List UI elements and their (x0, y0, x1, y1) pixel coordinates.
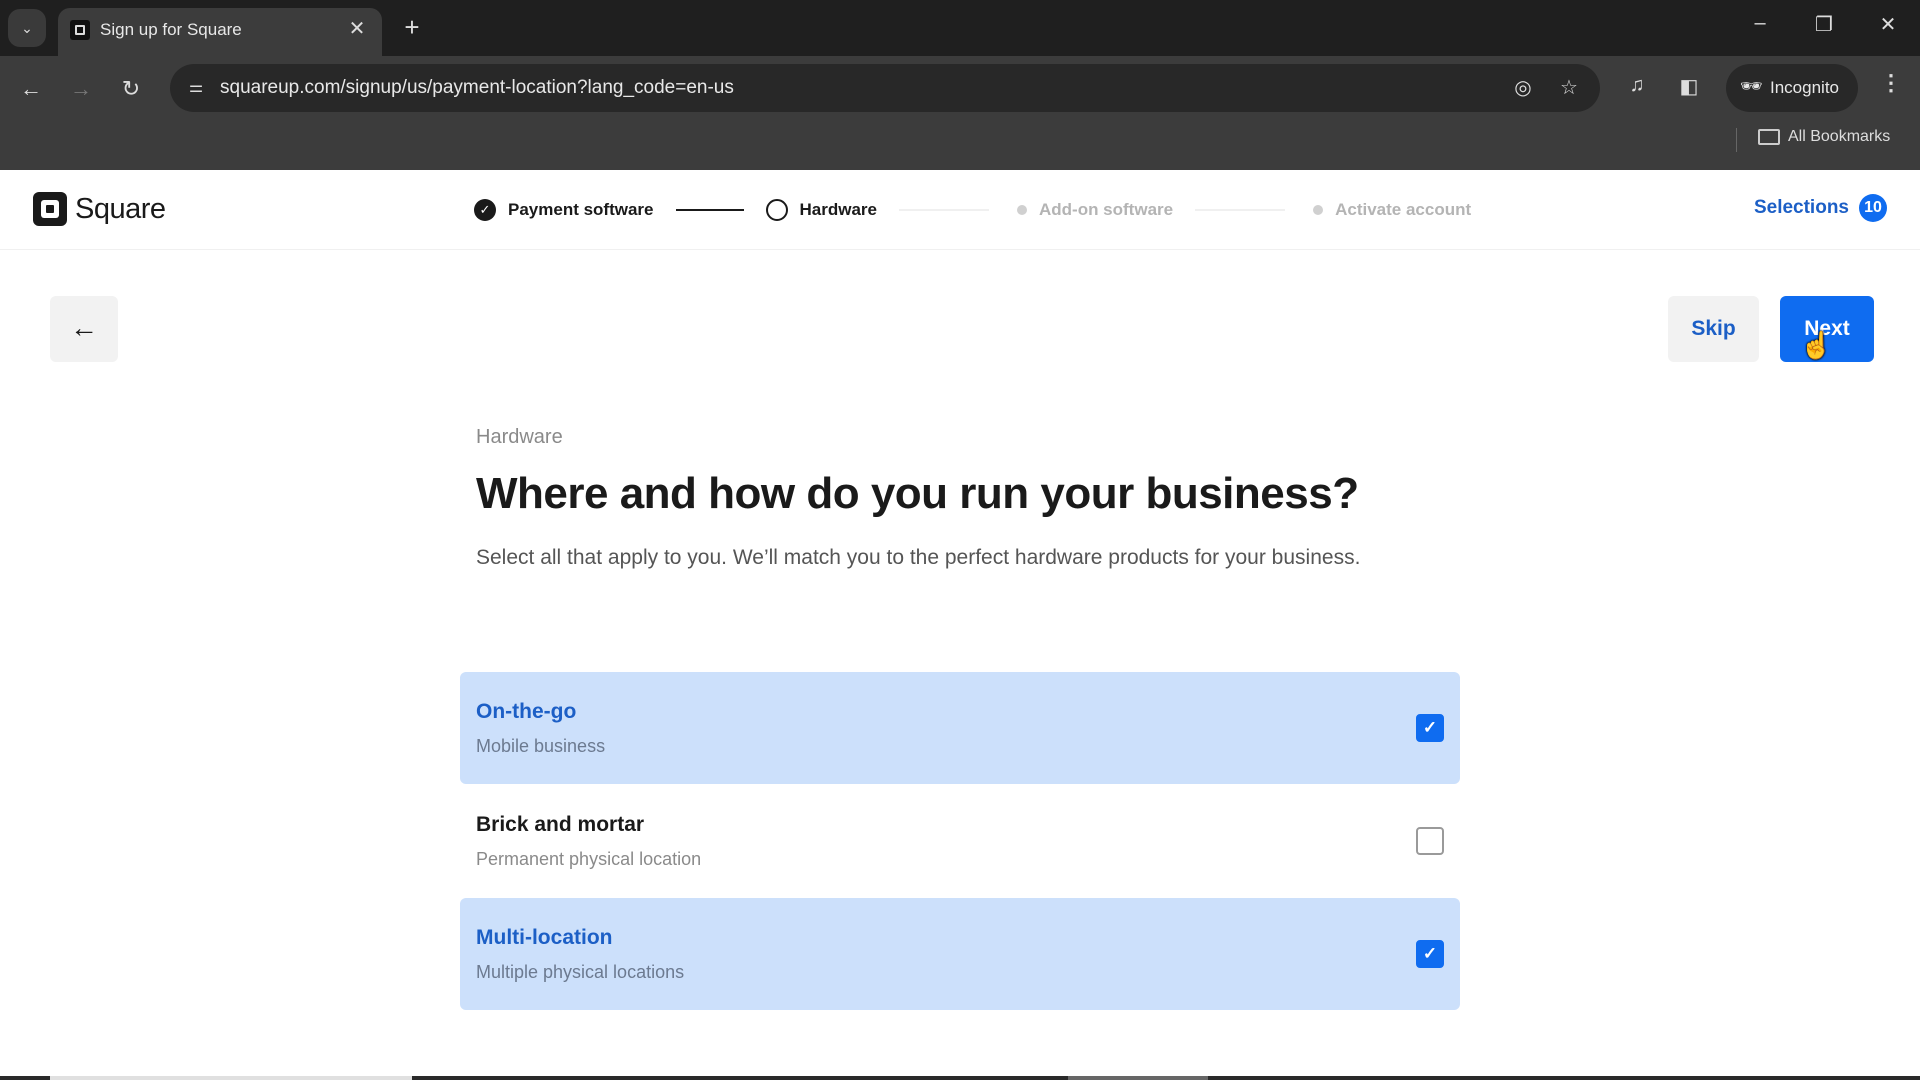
option-checkbox[interactable]: ✓ (1416, 940, 1444, 968)
side-panel-button[interactable]: ◧ (1674, 74, 1704, 99)
step-connector (1195, 209, 1286, 211)
kebab-menu-icon: ⋮ (1880, 70, 1902, 95)
arrow-left-icon: ← (20, 76, 42, 101)
incognito-indicator[interactable]: 🕶 Incognito (1726, 64, 1858, 112)
check-circle-icon: ✓ (474, 199, 496, 221)
section-eyebrow: Hardware (476, 426, 563, 448)
signup-page: Square ✓ Payment software Hardware Add-o… (0, 170, 1920, 1080)
selections-label: Selections (1753, 197, 1849, 218)
step-label: Payment software (508, 200, 654, 219)
step-payment-software: ✓ Payment software (474, 199, 654, 221)
square-logo[interactable]: Square (33, 192, 166, 226)
question-section: Hardware Where and how do you run your b… (476, 426, 1476, 575)
option-subtitle: Mobile business (476, 736, 606, 756)
option-title: Multi-location (476, 926, 613, 949)
restore-button[interactable]: ❐ (1804, 12, 1844, 37)
option-subtitle: Multiple physical locations (476, 962, 685, 982)
step-connector (675, 209, 744, 211)
incognito-label: Incognito (1770, 78, 1839, 97)
browser-menu-button[interactable]: ⋮ (1876, 70, 1906, 96)
incognito-icon: 🕶 (1740, 76, 1763, 96)
back-nav-button[interactable]: ← (14, 72, 48, 106)
plus-icon: + (404, 12, 420, 42)
dot-icon (1016, 205, 1027, 215)
close-icon: ✕ (348, 18, 366, 40)
all-bookmarks-button[interactable]: All Bookmarks (1758, 128, 1890, 146)
minimize-icon: – (1754, 12, 1766, 34)
page-title: Where and how do you run your business? (476, 469, 1359, 518)
option-title: Brick and mortar (476, 813, 645, 836)
window-close-button[interactable]: ✕ (1868, 12, 1908, 37)
tab-close-button[interactable]: ✕ (344, 16, 370, 42)
url-text[interactable]: squareup.com/signup/us/payment-location?… (220, 77, 734, 99)
option-on-the-go[interactable]: On-the-go Mobile business ✓ (460, 672, 1460, 784)
page-header: Square ✓ Payment software Hardware Add-o… (0, 170, 1920, 250)
horizontal-scrollbar[interactable] (0, 1076, 1920, 1080)
step-label: Add-on software (1038, 200, 1174, 219)
tab-bar: ⌄ Sign up for Square ✕ + – ❐ ✕ (0, 0, 1920, 56)
scrollbar-track-segment (50, 1076, 412, 1080)
circle-outline-icon (765, 199, 788, 221)
restore-icon: ❐ (1815, 14, 1833, 36)
selections-button[interactable]: Selections 10 (1754, 194, 1887, 222)
brand-name: Square (75, 192, 166, 225)
selections-count-badge: 10 (1859, 194, 1887, 222)
step-connector (898, 209, 989, 211)
checkmark-icon: ✓ (1422, 718, 1438, 737)
tracking-protection-button[interactable]: ◎ (1510, 75, 1536, 100)
tab-search-button[interactable]: ⌄ (8, 9, 46, 47)
reload-icon: ↻ (121, 76, 141, 101)
minimize-button[interactable]: – (1740, 12, 1780, 35)
square-favicon-icon (70, 20, 90, 40)
close-icon: ✕ (1879, 14, 1897, 36)
reload-button[interactable]: ↻ (114, 72, 148, 106)
progress-stepper: ✓ Payment software Hardware Add-on softw… (474, 198, 1471, 222)
all-bookmarks-label: All Bookmarks (1788, 128, 1891, 145)
arrow-right-icon: → (70, 76, 92, 101)
step-hardware: Hardware (765, 199, 877, 221)
scrollbar-thumb[interactable] (1068, 1076, 1208, 1080)
address-bar[interactable]: ⚌ squareup.com/signup/us/payment-locatio… (170, 64, 1600, 112)
chevron-down-icon: ⌄ (21, 19, 33, 36)
option-title: On-the-go (476, 700, 577, 723)
arrow-left-icon: ← (70, 312, 98, 343)
checkmark-icon: ✓ (1422, 944, 1438, 963)
option-brick-and-mortar[interactable]: Brick and mortar Permanent physical loca… (460, 785, 1460, 897)
tab-sign-up-for-square[interactable]: Sign up for Square ✕ (58, 8, 382, 56)
hand-pointer-cursor-icon: ☝ (1800, 330, 1833, 360)
bookmarks-divider (1736, 128, 1737, 152)
site-info-button[interactable]: ⚌ (184, 76, 208, 100)
browser-chrome: ⌄ Sign up for Square ✕ + – ❐ ✕ ← → ↻ ⚌ s… (0, 0, 1920, 170)
eye-off-icon: ◎ (1514, 77, 1532, 99)
dot-icon (1313, 205, 1324, 215)
square-logo-icon (33, 192, 67, 226)
options-list: On-the-go Mobile business ✓ Brick and mo… (460, 672, 1460, 1011)
side-panel-icon: ◧ (1679, 76, 1699, 98)
option-checkbox[interactable] (1416, 827, 1444, 855)
bookmark-star-button[interactable]: ☆ (1556, 75, 1582, 100)
step-label: Activate account (1335, 200, 1472, 219)
option-multi-location[interactable]: Multi-location Multiple physical locatio… (460, 898, 1460, 1010)
new-tab-button[interactable]: + (396, 12, 428, 44)
media-control-button[interactable]: ♫ (1622, 74, 1652, 97)
back-button[interactable]: ← (50, 296, 118, 362)
step-activate-account: Activate account (1307, 200, 1471, 220)
media-queue-icon: ♫ (1629, 74, 1645, 96)
step-add-on-software: Add-on software (1011, 200, 1173, 220)
option-checkbox[interactable]: ✓ (1416, 714, 1444, 742)
forward-nav-button[interactable]: → (64, 72, 98, 106)
option-subtitle: Permanent physical location (476, 849, 702, 869)
tab-title: Sign up for Square (100, 20, 242, 39)
star-icon: ☆ (1560, 77, 1578, 99)
folder-icon (1758, 128, 1780, 145)
tune-icon: ⚌ (188, 79, 204, 96)
step-label: Hardware (799, 200, 877, 219)
page-description: Select all that apply to you. We’ll matc… (476, 546, 1361, 569)
skip-button[interactable]: Skip (1668, 296, 1759, 362)
